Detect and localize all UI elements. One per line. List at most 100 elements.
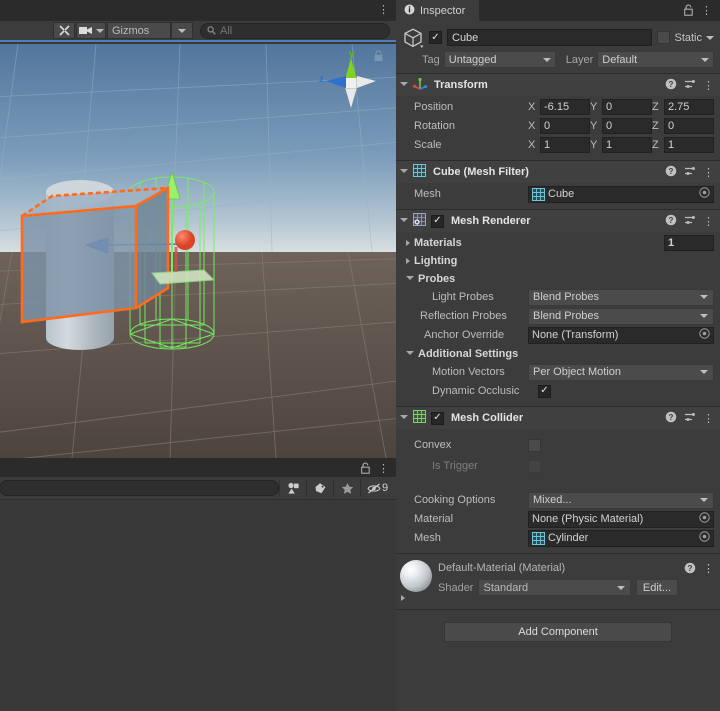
reflection-probes-row: Reflection Probes Blend Probes — [402, 307, 714, 325]
collider-material-field[interactable]: None (Physic Material) — [528, 510, 714, 528]
collider-mesh-field[interactable]: Cylinder — [528, 529, 714, 547]
inspector-kebab-icon[interactable]: ⋮ — [701, 4, 712, 17]
gizmos-chevron-button[interactable] — [171, 22, 193, 39]
mesh-filter-object-picker-icon[interactable] — [699, 187, 710, 201]
dynamic-occlusion-checkbox[interactable]: ✓ — [538, 384, 551, 398]
mesh-filter-foldout-icon[interactable] — [400, 168, 408, 176]
mesh-renderer-help-icon[interactable]: ? — [665, 214, 677, 229]
anchor-override-field[interactable]: None (Transform) — [528, 326, 714, 344]
mesh-renderer-kebab-icon[interactable]: ⋮ — [703, 215, 714, 228]
scene-search-input[interactable]: All — [200, 22, 390, 39]
static-toggle-group[interactable]: Static — [657, 31, 714, 44]
transform-foldout-icon[interactable] — [400, 81, 408, 89]
scl-x-key: X — [528, 139, 536, 151]
inspector-lock-icon[interactable] — [683, 4, 694, 19]
gameobject-enabled-checkbox[interactable]: ✓ — [429, 31, 442, 44]
scene-tools-icon[interactable] — [53, 22, 75, 39]
favorite-filter-icon[interactable] — [333, 479, 360, 497]
mesh-collider-foldout-icon[interactable] — [400, 414, 408, 422]
selected-cube — [20, 185, 170, 324]
tab-inspector[interactable]: Inspector — [396, 0, 480, 21]
scene-camera-button[interactable] — [76, 22, 106, 39]
static-checkbox[interactable] — [657, 31, 671, 44]
mesh-filter-help-icon[interactable]: ? — [665, 165, 677, 180]
project-kebab-icon[interactable]: ⋮ — [378, 462, 389, 475]
shader-edit-button[interactable]: Edit... — [635, 579, 678, 596]
mesh-collider-preset-icon[interactable] — [684, 411, 696, 426]
additional-settings-foldout-row[interactable]: Additional Settings — [402, 345, 714, 363]
collider-material-picker-icon[interactable] — [699, 512, 710, 526]
camera-chevron-down-icon[interactable] — [95, 28, 104, 33]
light-probes-dropdown[interactable]: Blend Probes — [528, 288, 714, 306]
reflection-probes-dropdown[interactable]: Blend Probes — [528, 307, 714, 325]
rotation-x-input[interactable]: 0 — [540, 118, 590, 134]
shader-dropdown[interactable]: Standard — [478, 579, 631, 596]
scene-view-tabstrip: ⋮ — [0, 0, 396, 21]
gizmos-dropdown[interactable]: Gizmos — [107, 22, 171, 39]
motion-vectors-dropdown[interactable]: Per Object Motion — [528, 363, 714, 381]
scene-view-kebab-icon[interactable]: ⋮ — [378, 3, 389, 16]
lighting-foldout-icon[interactable] — [406, 258, 410, 264]
transform-help-icon[interactable]: ? — [665, 78, 677, 93]
mesh-filter-header[interactable]: Cube (Mesh Filter) ? ⋮ — [396, 161, 720, 183]
probes-foldout-icon[interactable] — [406, 275, 414, 283]
materials-foldout-icon[interactable] — [406, 240, 410, 246]
rotation-z-input[interactable]: 0 — [664, 118, 714, 134]
position-z-input[interactable]: 2.75 — [664, 99, 714, 115]
inspector-scroll-area[interactable]: ✓ Cube Static Tag Untagged Layer Default — [396, 21, 720, 711]
mesh-collider-help-icon[interactable]: ? — [665, 411, 677, 426]
materials-foldout-row[interactable]: Materials 1 — [402, 234, 714, 252]
label-filter-icon[interactable] — [306, 479, 333, 497]
material-help-icon[interactable]: ? — [684, 562, 696, 577]
probes-foldout-row[interactable]: Probes — [402, 270, 714, 288]
add-component-area: Add Component — [396, 609, 720, 642]
asset-type-filter-icon[interactable] — [279, 479, 306, 497]
position-x-input[interactable]: -6.15 — [540, 99, 590, 115]
additional-settings-foldout-icon[interactable] — [406, 350, 414, 358]
anchor-override-picker-icon[interactable] — [699, 328, 710, 342]
cooking-options-dropdown[interactable]: Mixed... — [528, 491, 714, 509]
gameobject-name-input[interactable]: Cube — [447, 29, 653, 46]
scale-z-input[interactable]: 1 — [664, 137, 714, 153]
mesh-renderer-header[interactable]: ✓ Mesh Renderer ? ⋮ — [396, 210, 720, 232]
layer-dropdown[interactable]: Default — [597, 51, 714, 68]
material-foldout-icon[interactable] — [401, 595, 405, 601]
mesh-renderer-enabled-checkbox[interactable]: ✓ — [431, 214, 444, 228]
transform-position-row: Position X -6.15 Y 0 Z 2.75 — [402, 98, 714, 116]
transform-preset-icon[interactable] — [684, 78, 696, 93]
static-chevron-down-icon[interactable] — [706, 35, 714, 40]
reflection-probes-label: Reflection Probes — [420, 310, 507, 322]
project-panel-body[interactable] — [0, 499, 396, 711]
scale-x-input[interactable]: 1 — [540, 137, 590, 153]
lighting-foldout-row[interactable]: Lighting — [402, 252, 714, 270]
project-lock-icon[interactable] — [360, 462, 371, 477]
mesh-collider-kebab-icon[interactable]: ⋮ — [703, 412, 714, 425]
mesh-collider-enabled-checkbox[interactable]: ✓ — [431, 411, 444, 425]
materials-count-input[interactable]: 1 — [664, 235, 714, 251]
add-component-button[interactable]: Add Component — [444, 622, 672, 642]
hidden-objects-indicator[interactable]: 9 — [360, 479, 394, 497]
rotation-y-input[interactable]: 0 — [602, 118, 652, 134]
mesh-filter-preset-icon[interactable] — [684, 165, 696, 180]
tag-layer-row: Tag Untagged Layer Default — [396, 48, 720, 73]
scale-y-input[interactable]: 1 — [602, 137, 652, 153]
convex-checkbox[interactable] — [528, 438, 541, 452]
mesh-collider-header[interactable]: ✓ Mesh Collider ? ⋮ — [396, 407, 720, 429]
tag-dropdown[interactable]: Untagged — [443, 51, 556, 68]
mesh-filter-mesh-field[interactable]: Cube — [528, 185, 714, 203]
mesh-renderer-preset-icon[interactable] — [684, 214, 696, 229]
mesh-filter-kebab-icon[interactable]: ⋮ — [703, 166, 714, 179]
pos-x-key: X — [528, 101, 536, 113]
transform-header[interactable]: Transform ? ⋮ — [396, 74, 720, 96]
gameobject-cube-icon — [402, 27, 424, 49]
collider-mesh-picker-icon[interactable] — [699, 531, 710, 545]
material-kebab-icon[interactable]: ⋮ — [703, 562, 714, 575]
anchor-override-label: Anchor Override — [424, 329, 505, 341]
position-y-input[interactable]: 0 — [602, 99, 652, 115]
mesh-renderer-foldout-icon[interactable] — [400, 217, 408, 225]
scene-lock-icon[interactable] — [373, 50, 384, 65]
transform-kebab-icon[interactable]: ⋮ — [703, 79, 714, 92]
project-search-input[interactable] — [0, 480, 279, 496]
shader-label: Shader — [438, 581, 474, 594]
scene-viewport[interactable]: ≡ Live y z — [0, 44, 396, 458]
